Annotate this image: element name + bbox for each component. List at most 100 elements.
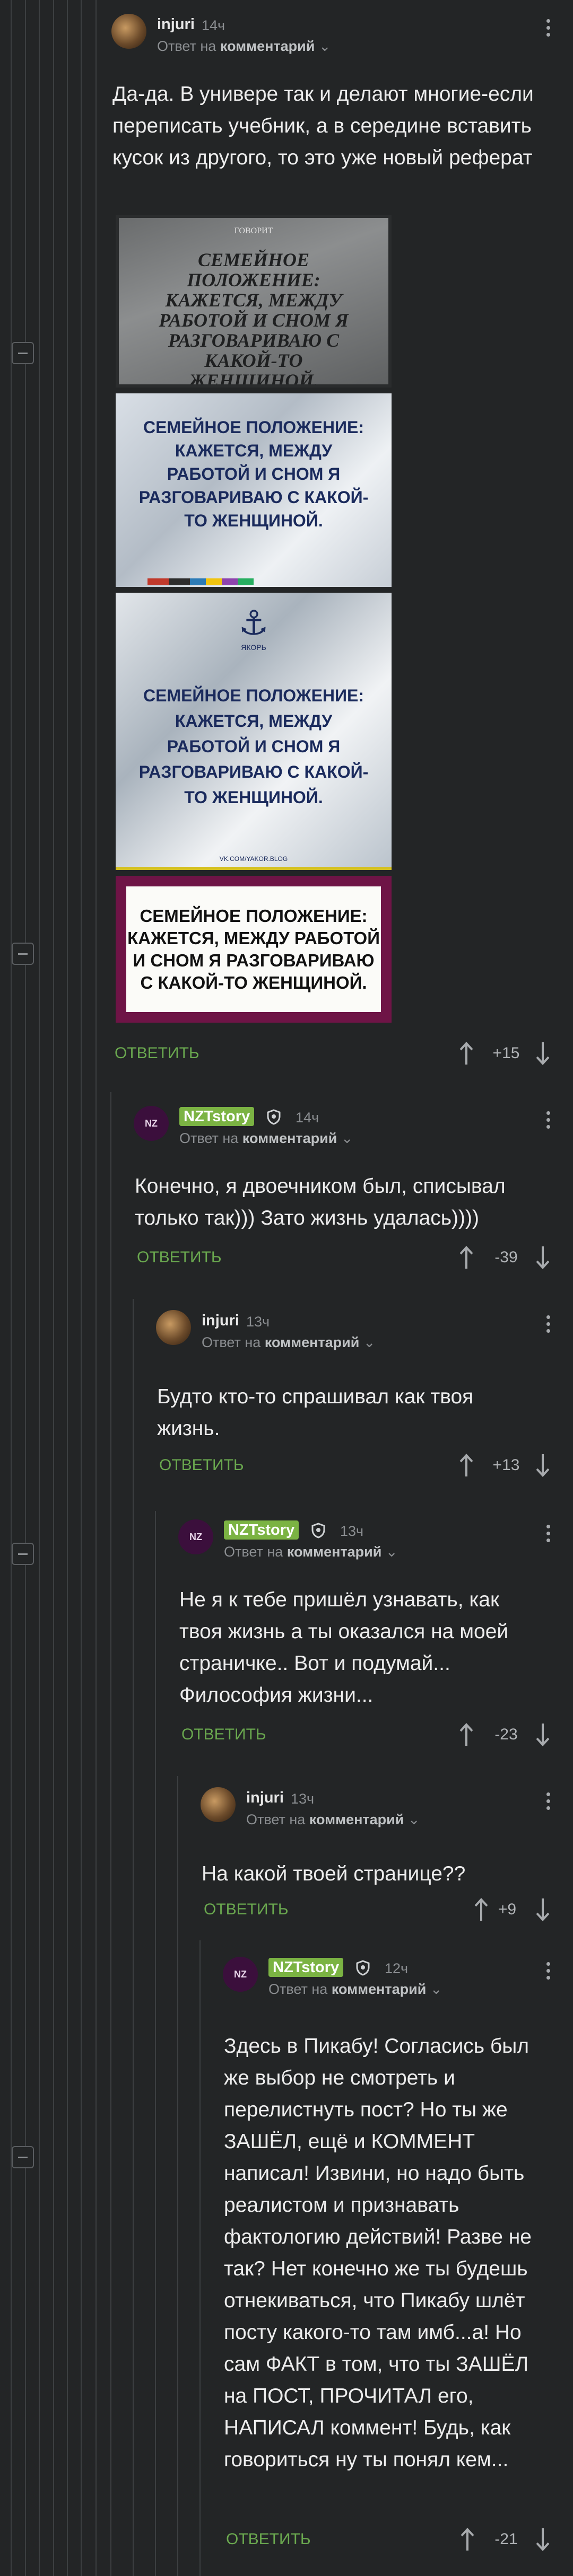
avatar[interactable]: NZ [134, 1106, 169, 1141]
comment-footer: ОТВЕТИТЬ +13 [159, 1451, 560, 1483]
comment-footer: ОТВЕТИТЬ +9 [204, 1895, 560, 1927]
comment-text: Да-да. В универе так и делают многие-есл… [112, 83, 534, 169]
comment-text: Конечно, я двоечником был, списывал толь… [135, 1175, 506, 1229]
reply-to[interactable]: Ответ на комментарий ⌄ [202, 1334, 375, 1351]
more-options-icon[interactable] [545, 1315, 551, 1337]
author-name[interactable]: injuri [157, 16, 195, 33]
image-caption: СЕМЕЙНОЕ ПОЛОЖЕНИЕ: КАЖЕТСЯ, МЕЖДУ РАБОТ… [127, 905, 380, 992]
reply-button[interactable]: ОТВЕТИТЬ [137, 1249, 222, 1267]
shield-icon [356, 1960, 370, 1976]
comment-image[interactable]: СЕМЕЙНОЕ ПОЛОЖЕНИЕ: КАЖЕТСЯ, МЕЖДУ РАБОТ… [116, 393, 392, 587]
upvote-icon[interactable] [459, 2527, 475, 2552]
chevron-down-icon: ⌄ [430, 1981, 442, 1997]
collapse-thread-button[interactable] [12, 1543, 34, 1565]
comment: NZ NZTstory 14ч Ответ на комментарий ⌄ К… [134, 1092, 573, 1294]
comment: NZ NZTstory 12ч Ответ на комментарий ⌄ З… [223, 1943, 573, 2576]
comment-image[interactable]: ГОВОРИТ СЕМЕЙНОЕ ПОЛОЖЕНИЕ: КАЖЕТСЯ, МЕЖ… [116, 215, 392, 388]
reply-to[interactable]: Ответ на комментарий ⌄ [268, 1981, 442, 1998]
chevron-down-icon: ⌄ [363, 1334, 376, 1350]
downvote-icon[interactable] [535, 1245, 551, 1270]
downvote-icon[interactable] [535, 1897, 551, 1922]
comment-footer: ОТВЕТИТЬ -21 [226, 2525, 560, 2557]
reply-button[interactable]: ОТВЕТИТЬ [204, 1901, 289, 1919]
reply-button[interactable]: ОТВЕТИТЬ [115, 1044, 199, 1062]
reply-button[interactable]: ОТВЕТИТЬ [181, 1726, 266, 1744]
score: +15 [492, 1044, 520, 1062]
comment: NZ NZTstory 13ч Ответ на комментарий ⌄ Н… [178, 1506, 573, 1760]
more-options-icon[interactable] [545, 1962, 551, 1983]
minus-icon [18, 352, 28, 354]
image-top-label: ГОВОРИТ [234, 226, 273, 235]
comment-text: На какой твоей странице?? [202, 1862, 466, 1885]
collapse-thread-button[interactable] [12, 2146, 34, 2168]
reply-to[interactable]: Ответ на комментарий ⌄ [179, 1130, 353, 1147]
score: -21 [494, 2530, 518, 2548]
author-name[interactable]: injuri [202, 1312, 239, 1330]
downvote-icon[interactable] [535, 1041, 551, 1066]
reply-button[interactable]: ОТВЕТИТЬ [159, 1456, 244, 1474]
comment-time: 13ч [246, 1314, 270, 1330]
image-logo: ЯКОРЬ [241, 643, 266, 652]
score: -23 [494, 1726, 518, 1743]
image-bottom-strip [116, 867, 392, 870]
chevron-down-icon: ⌄ [385, 1544, 398, 1560]
comment-time: 13ч [291, 1791, 315, 1807]
image-caption: СЕМЕЙНОЕ ПОЛОЖЕНИЕ: КАЖЕТСЯ, МЕЖДУ РАБОТ… [159, 249, 349, 388]
image-color-strip [147, 578, 254, 585]
comment-image[interactable]: СЕМЕЙНОЕ ПОЛОЖЕНИЕ: КАЖЕТСЯ, МЕЖДУ РАБОТ… [116, 876, 392, 1023]
comment-time: 13ч [340, 1523, 364, 1539]
score: +9 [498, 1901, 517, 1918]
avatar[interactable]: NZ [178, 1519, 213, 1554]
more-options-icon[interactable] [545, 1525, 551, 1546]
upvote-icon[interactable] [458, 1722, 474, 1747]
avatar[interactable]: NZ [223, 1957, 258, 1992]
avatar[interactable] [201, 1787, 236, 1822]
image-footer: VK.COM/YAKOR.BLOG [219, 855, 288, 863]
shield-icon [267, 1109, 281, 1125]
minus-icon [18, 1553, 28, 1555]
shield-icon [311, 1523, 325, 1538]
comment-time: 14ч [296, 1110, 319, 1126]
minus-icon [18, 2156, 28, 2158]
author-name[interactable]: NZTstory [179, 1107, 255, 1126]
image-caption: СЕМЕЙНОЕ ПОЛОЖЕНИЕ: КАЖЕТСЯ, МЕЖДУ РАБОТ… [138, 686, 369, 807]
more-options-icon[interactable] [545, 19, 551, 40]
downvote-icon[interactable] [535, 2527, 551, 2552]
chevron-down-icon: ⌄ [407, 1812, 420, 1827]
more-options-icon[interactable] [545, 1111, 551, 1132]
comment-text: Не я к тебе пришёл узнавать, как твоя жи… [179, 1588, 509, 1707]
comment-footer: ОТВЕТИТЬ +15 [115, 1039, 560, 1071]
chevron-down-icon: ⌄ [318, 38, 331, 54]
author-name[interactable]: NZTstory [268, 1958, 344, 1977]
upvote-icon[interactable] [458, 1245, 474, 1270]
reply-to[interactable]: Ответ на комментарий ⌄ [224, 1544, 397, 1560]
chevron-down-icon: ⌄ [341, 1130, 353, 1146]
upvote-icon[interactable] [473, 1897, 489, 1922]
comment-time: 12ч [385, 1960, 409, 1976]
downvote-icon[interactable] [535, 1722, 551, 1747]
avatar[interactable] [111, 14, 146, 49]
more-options-icon[interactable] [545, 1792, 551, 1814]
comment-footer: ОТВЕТИТЬ -39 [137, 1243, 560, 1275]
upvote-icon[interactable] [458, 1041, 474, 1066]
comment: injuri 13ч Ответ на комментарий ⌄ На как… [201, 1773, 573, 1938]
comment-image[interactable]: ⚓ ЯКОРЬ СЕМЕЙНОЕ ПОЛОЖЕНИЕ: КАЖЕТСЯ, МЕЖ… [116, 593, 392, 870]
reply-to[interactable]: Ответ на комментарий ⌄ [157, 38, 331, 55]
collapse-thread-button[interactable] [12, 943, 34, 965]
reply-to[interactable]: Ответ на комментарий ⌄ [246, 1812, 420, 1828]
comment-time: 14ч [202, 17, 225, 33]
downvote-icon[interactable] [535, 1453, 551, 1478]
comment-text: Будто кто-то спрашивал как твоя жизнь. [157, 1385, 474, 1440]
comment-text: Здесь в Пикабу! Согласись был же выбор н… [224, 2035, 532, 2471]
reply-button[interactable]: ОТВЕТИТЬ [226, 2530, 311, 2548]
minus-icon [18, 953, 28, 955]
score: -39 [494, 1249, 518, 1266]
score: +13 [492, 1456, 520, 1474]
upvote-icon[interactable] [458, 1453, 474, 1478]
anchor-icon: ⚓ [238, 604, 269, 642]
author-name[interactable]: NZTstory [224, 1520, 299, 1540]
image-caption: СЕМЕЙНОЕ ПОЛОЖЕНИЕ: КАЖЕТСЯ, МЕЖДУ РАБОТ… [138, 418, 369, 530]
author-name[interactable]: injuri [246, 1789, 284, 1807]
collapse-thread-button[interactable] [12, 342, 34, 364]
avatar[interactable] [156, 1310, 191, 1345]
